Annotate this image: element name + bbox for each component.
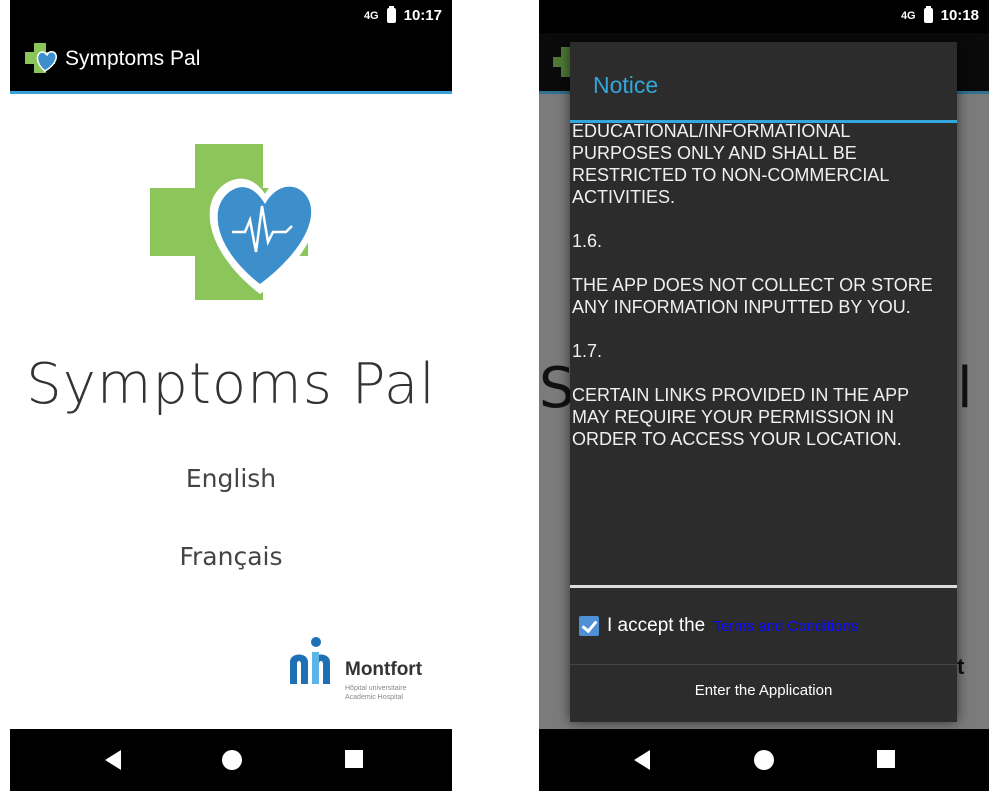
button-divider xyxy=(570,664,957,665)
phone-screen-language: 4G 10:17 Symptoms Pal Symptoms Pal Engli… xyxy=(10,0,452,791)
body-divider xyxy=(570,585,957,588)
montfort-subtitle: Hôpital universitaire Academic Hospital xyxy=(345,684,406,702)
terms-paragraph: 1.7. xyxy=(572,341,603,361)
terms-scroll-area[interactable]: EDUCATIONAL/INFORMATIONAL PURPOSES ONLY … xyxy=(570,124,951,584)
accept-terms-checkbox[interactable] xyxy=(579,616,599,636)
status-bar: 4G 10:17 xyxy=(10,0,452,33)
app-logo-icon xyxy=(25,43,58,73)
battery-icon xyxy=(386,6,396,23)
navigation-bar xyxy=(10,729,452,791)
accept-terms-row[interactable]: I accept the Terms and Conditions xyxy=(579,615,858,637)
battery-icon xyxy=(923,6,933,23)
accept-terms-label: I accept the xyxy=(607,615,706,636)
language-option-french[interactable]: Français xyxy=(10,542,452,571)
signal-icon: 4G xyxy=(900,9,916,22)
montfort-name: Montfort xyxy=(345,659,423,680)
terms-paragraph: 1.6. xyxy=(572,231,603,251)
recents-icon[interactable] xyxy=(877,750,895,768)
phone-screen-notice: 4G 10:18 S l t Notice EDUCATIONAL/INFORM… xyxy=(539,0,989,791)
terms-paragraph: EDUCATIONAL/INFORMATIONAL PURPOSES ONLY … xyxy=(572,124,889,207)
montfort-mark-icon xyxy=(290,637,330,684)
status-bar: 4G 10:18 xyxy=(539,0,989,33)
notice-dialog: Notice EDUCATIONAL/INFORMATIONAL PURPOSE… xyxy=(570,42,957,722)
app-bar: Symptoms Pal xyxy=(10,33,452,94)
dialog-title: Notice xyxy=(593,72,659,98)
terms-paragraph: THE APP DOES NOT COLLECT OR STORE ANY IN… xyxy=(572,275,933,317)
montfort-subtitle-en: Academic Hospital xyxy=(345,694,403,701)
back-icon[interactable] xyxy=(105,750,121,770)
enter-application-button[interactable]: Enter the Application xyxy=(570,682,957,699)
main-content: Symptoms Pal English Français Montfort H… xyxy=(10,94,452,729)
home-icon[interactable] xyxy=(222,750,242,770)
title-divider xyxy=(570,120,957,123)
language-option-english[interactable]: English xyxy=(10,464,452,493)
terms-paragraph: CERTAIN LINKS PROVIDED IN THE APP MAY RE… xyxy=(572,385,909,449)
montfort-logo: Montfort Hôpital universitaire Academic … xyxy=(288,634,438,714)
status-time: 10:17 xyxy=(403,7,442,24)
symptoms-pal-logo-icon xyxy=(150,144,318,300)
app-bar-title: Symptoms Pal xyxy=(65,47,201,70)
terms-and-conditions-link[interactable]: Terms and Conditions xyxy=(713,618,858,635)
montfort-peek: t xyxy=(957,654,965,679)
status-time: 10:18 xyxy=(940,7,979,24)
home-icon[interactable] xyxy=(754,750,774,770)
recents-icon[interactable] xyxy=(345,750,363,768)
app-name-peek-end: l xyxy=(957,356,973,421)
app-name-heading: Symptoms Pal xyxy=(26,352,436,417)
back-icon[interactable] xyxy=(634,750,650,770)
montfort-subtitle-fr: Hôpital universitaire xyxy=(345,685,407,692)
navigation-bar xyxy=(539,729,989,791)
signal-icon: 4G xyxy=(363,9,379,22)
